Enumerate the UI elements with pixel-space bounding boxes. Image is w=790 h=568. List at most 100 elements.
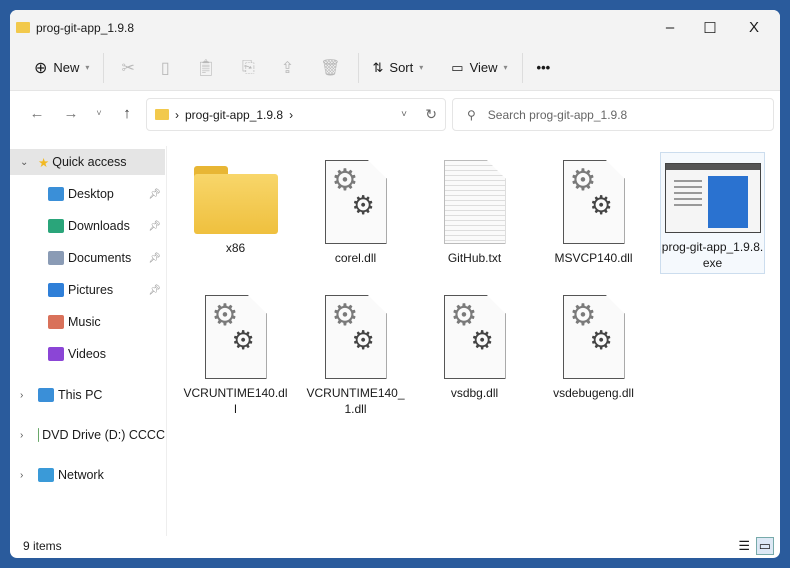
downloads-icon (48, 219, 64, 233)
command-bar: ⊕ New ▾ ✂ ▯ 📋︎ ⎘ ⇪ 🗑︎ ⇅ Sort ▾ ▭ View ▾ ••• (10, 45, 780, 91)
file-list: x86 ⚙ ⚙ corel.dll GitHub.txt ⚙ ⚙ MSVCP140.dll pr… (168, 146, 780, 536)
sidebar-item-dvd-drive[interactable]: › DVD Drive (D:) CCCC (10, 422, 165, 448)
new-button[interactable]: ⊕ New ▾ (24, 52, 99, 84)
file-name: prog-git-app_1.9.8.exe (661, 240, 764, 270)
music-icon (48, 315, 64, 329)
plus-icon: ⊕ (34, 59, 48, 77)
sidebar-item-network[interactable]: › Network (10, 462, 165, 488)
paste-button[interactable]: 📋︎ (183, 52, 229, 84)
file-item[interactable]: GitHub.txt (422, 160, 527, 266)
rename-button[interactable]: ⎘ (229, 52, 268, 84)
computer-icon (38, 388, 54, 402)
back-icon[interactable]: ← (20, 105, 54, 122)
dll-file-icon: ⚙ ⚙ (562, 160, 625, 244)
star-icon: ★ (38, 155, 50, 170)
title-bar: prog-git-app_1.9.8 – ☐ X (10, 10, 780, 45)
chevron-down-icon: ▾ (419, 63, 424, 72)
dll-file-icon: ⚙ ⚙ (204, 295, 267, 379)
search-icon: ⚲ (467, 107, 476, 122)
exe-app-icon (664, 163, 761, 233)
chevron-right-icon: › (20, 429, 24, 441)
address-bar[interactable]: › prog-git-app_1.9.8 › ˅ ↻ (146, 98, 446, 131)
file-name: VCRUNTIME140_1.dll (306, 386, 405, 416)
text-file-icon (443, 160, 506, 244)
file-item[interactable]: x86 (183, 160, 288, 256)
file-name: MSVCP140.dll (554, 251, 633, 265)
dll-file-icon: ⚙ ⚙ (562, 295, 625, 379)
breadcrumb-separator: › (175, 107, 179, 122)
file-item[interactable]: ⚙ ⚙ VCRUNTIME140_1.dll (303, 295, 408, 417)
sidebar-item-this-pc[interactable]: › This PC (10, 382, 165, 408)
folder-icon (155, 109, 169, 120)
copy-button[interactable]: ▯ (148, 52, 183, 84)
pin-icon[interactable]: 📌︎ (148, 221, 161, 232)
file-item[interactable]: ⚙ ⚙ corel.dll (303, 160, 408, 266)
up-icon[interactable]: ↑ (110, 105, 144, 122)
sidebar-item-pictures[interactable]: Pictures 📌︎ (10, 277, 165, 303)
chevron-down-icon: ▾ (85, 63, 90, 72)
sidebar-item-videos[interactable]: Videos (10, 341, 165, 367)
file-item[interactable]: ⚙ ⚙ vsdebugeng.dll (541, 295, 646, 401)
sidebar-item-desktop[interactable]: Desktop 📌︎ (10, 181, 165, 207)
delete-button[interactable]: 🗑︎ (307, 52, 353, 84)
breadcrumb[interactable]: prog-git-app_1.9.8 (185, 108, 283, 122)
sidebar-item-music[interactable]: Music (10, 309, 165, 335)
file-item[interactable]: ⚙ ⚙ VCRUNTIME140.dll (183, 295, 288, 417)
search-input[interactable]: ⚲ Search prog-git-app_1.9.8 (452, 98, 774, 131)
file-name: corel.dll (334, 251, 377, 265)
pictures-icon (48, 283, 64, 297)
network-icon (38, 468, 54, 482)
refresh-icon[interactable]: ↻ (425, 106, 437, 123)
sort-button[interactable]: ⇅ Sort ▾ (363, 52, 434, 84)
view-button[interactable]: ▭ View ▾ (441, 52, 517, 84)
view-icon: ▭ (451, 59, 464, 75)
videos-icon (48, 347, 64, 361)
sidebar-item-downloads[interactable]: Downloads 📌︎ (10, 213, 165, 239)
folder-icon (193, 166, 278, 234)
folder-icon (16, 22, 30, 33)
pin-icon[interactable]: 📌︎ (148, 253, 161, 264)
item-count: 9 items (23, 539, 62, 553)
close-button[interactable]: X (732, 10, 776, 45)
chevron-down-icon: ▾ (503, 63, 508, 72)
chevron-right-icon: › (20, 389, 24, 401)
file-name: vsdebugeng.dll (553, 386, 634, 400)
large-icons-view-button[interactable]: ▭ (755, 537, 774, 555)
pin-icon[interactable]: 📌︎ (148, 285, 161, 296)
dll-file-icon: ⚙ ⚙ (324, 160, 387, 244)
recent-chevron-icon[interactable]: ˅ (88, 108, 110, 118)
divider (357, 52, 359, 83)
desktop-icon (48, 187, 64, 201)
chevron-down-icon: ⌄ (20, 156, 29, 168)
file-explorer-window: prog-git-app_1.9.8 – ☐ X ⊕ New ▾ ✂ ▯ 📋︎ ⎘ … (10, 10, 780, 558)
status-bar: 9 items ☰ ▭ (10, 534, 780, 558)
forward-icon[interactable]: → (54, 105, 88, 122)
chevron-right-icon: › (20, 469, 24, 481)
more-button[interactable]: ••• (527, 52, 561, 84)
file-item[interactable]: prog-git-app_1.9.8.exe (660, 152, 765, 274)
file-name: x86 (225, 241, 246, 255)
maximize-button[interactable]: ☐ (688, 10, 732, 45)
file-item[interactable]: ⚙ ⚙ MSVCP140.dll (541, 160, 646, 266)
sidebar-item-quick-access[interactable]: ⌄ ★ Quick access (10, 149, 165, 175)
file-item[interactable]: ⚙ ⚙ vsdbg.dll (422, 295, 527, 401)
dll-file-icon: ⚙ ⚙ (324, 295, 387, 379)
file-name: GitHub.txt (447, 251, 502, 265)
chevron-down-icon[interactable]: ˅ (401, 109, 407, 120)
dll-file-icon: ⚙ ⚙ (443, 295, 506, 379)
divider (521, 52, 523, 83)
window-title: prog-git-app_1.9.8 (36, 20, 135, 35)
navigation-pane: ⌄ ★ Quick access Desktop 📌︎ Downloads 📌︎ Doc… (10, 146, 167, 536)
sidebar-item-documents[interactable]: Documents 📌︎ (10, 245, 165, 271)
breadcrumb-separator: › (289, 107, 294, 122)
divider (103, 52, 105, 83)
file-name: VCRUNTIME140.dll (183, 386, 288, 416)
minimize-button[interactable]: – (648, 10, 692, 45)
cut-button[interactable]: ✂ (108, 52, 147, 84)
file-name: vsdbg.dll (450, 386, 499, 400)
pin-icon[interactable]: 📌︎ (148, 189, 161, 200)
sort-icon: ⇅ (372, 59, 384, 75)
documents-icon (48, 251, 64, 265)
share-button[interactable]: ⇪ (268, 52, 307, 84)
details-view-button[interactable]: ☰ (738, 538, 750, 554)
